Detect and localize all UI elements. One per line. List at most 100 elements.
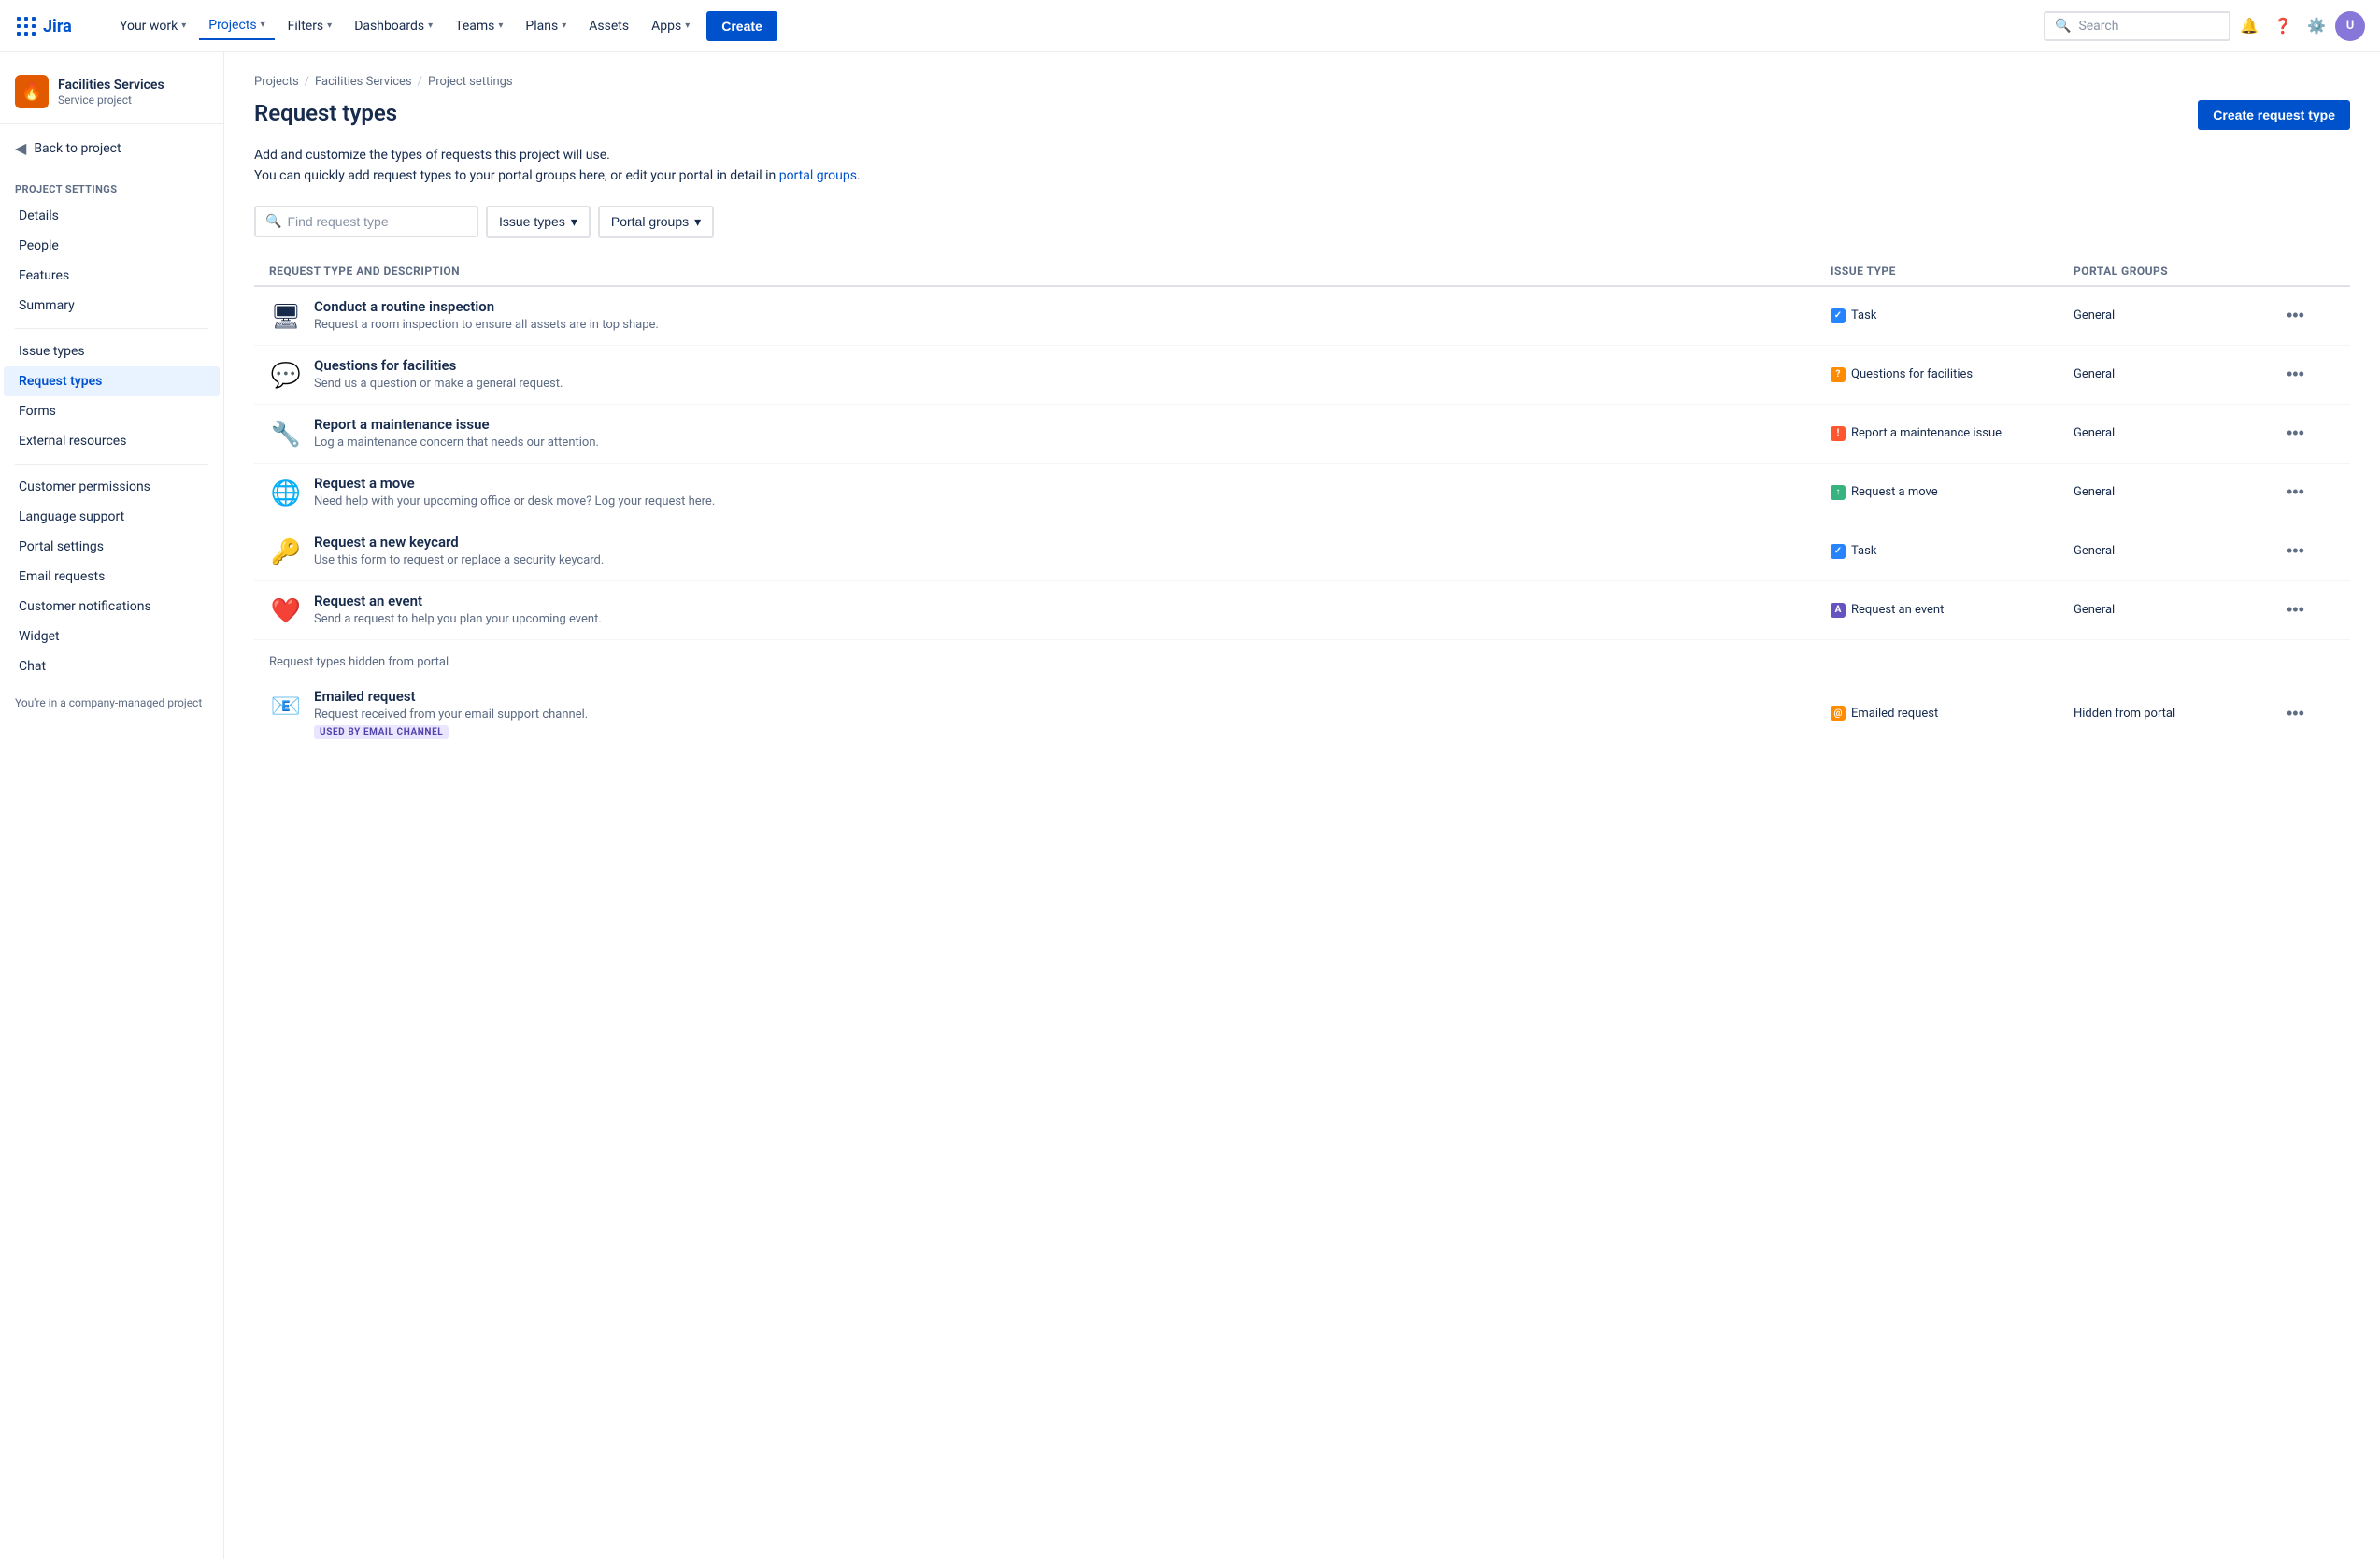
col-name-header: Request type and description [269,265,1831,278]
settings-section-title: Project settings [0,172,223,201]
request-desc: Send a request to help you plan your upc… [314,612,602,626]
email-channel-badge: USED BY EMAIL CHANNEL [314,725,449,739]
sidebar-item-summary[interactable]: Summary [4,291,220,321]
help-icon[interactable]: ❓ [2268,11,2298,41]
breadcrumb-facilities[interactable]: Facilities Services [315,75,412,89]
search-bar[interactable]: 🔍 Search [2044,11,2230,41]
settings-icon[interactable]: ⚙️ [2302,11,2331,41]
sidebar-item-forms[interactable]: Forms [4,396,220,426]
breadcrumb-projects[interactable]: Projects [254,75,299,89]
nav-dashboards[interactable]: Dashboards ▾ [345,13,442,39]
request-name-cell: 💬 Questions for facilities Send us a que… [269,357,1831,393]
search-input-wrapper[interactable]: 🔍 [254,206,478,237]
col-portal-header: Portal groups [2074,265,2279,278]
chevron-down-icon: ▾ [694,214,701,230]
project-name: Facilities Services [58,77,164,93]
issue-type-cell: ! Report a maintenance issue [1831,426,2074,441]
request-title: Report a maintenance issue [314,416,599,433]
project-icon: 🔥 [15,75,49,108]
nav-filters[interactable]: Filters ▾ [278,13,342,39]
sidebar: 🔥 Facilities Services Service project ◀ … [0,52,224,1559]
notifications-icon[interactable]: 🔔 [2234,11,2264,41]
more-options-button[interactable]: ••• [2279,596,2312,623]
portal-group-cell: General [2074,603,2279,617]
create-request-type-button[interactable]: Create request type [2198,100,2350,130]
table-row: 🔑 Request a new keycard Use this form to… [254,522,2350,581]
request-desc: Use this form to request or replace a se… [314,553,604,567]
issue-type-cell: @ Emailed request [1831,706,2074,721]
issue-type-cell: ↑ Request a move [1831,485,2074,500]
issue-type-label: Report a maintenance issue [1851,426,2002,440]
create-button[interactable]: Create [706,11,777,41]
request-icon: 🖥 [269,300,303,334]
portal-group-cell: General [2074,485,2279,499]
request-desc: Need help with your upcoming office or d… [314,494,715,508]
issue-types-filter[interactable]: Issue types ▾ [486,206,591,238]
table-row: 🌐 Request a move Need help with your upc… [254,464,2350,522]
svg-text:Jira: Jira [43,17,72,36]
page-title: Request types [254,100,397,126]
request-title: Conduct a routine inspection [314,298,659,315]
nav-assets[interactable]: Assets [579,13,638,39]
issue-type-icon: ✓ [1831,544,1846,559]
more-options-button[interactable]: ••• [2279,302,2312,329]
sidebar-item-widget[interactable]: Widget [4,622,220,651]
nav-projects[interactable]: Projects ▾ [199,12,274,40]
sidebar-item-customer-notifications[interactable]: Customer notifications [4,592,220,622]
issue-type-icon: A [1831,603,1846,618]
nav-your-work[interactable]: Your work ▾ [110,13,195,39]
more-options-button[interactable]: ••• [2279,537,2312,565]
request-icon: 📧 [269,690,303,723]
more-options-button[interactable]: ••• [2279,420,2312,447]
more-options-button[interactable]: ••• [2279,700,2312,727]
issue-type-cell: A Request an event [1831,603,2074,618]
nav-apps[interactable]: Apps ▾ [642,13,699,39]
search-icon: 🔍 [265,214,281,229]
page-header: Request types Create request type [254,100,2350,130]
request-icon: 🔑 [269,536,303,569]
more-options-button[interactable]: ••• [2279,361,2312,388]
sidebar-item-email-requests[interactable]: Email requests [4,562,220,592]
page-layout: 🔥 Facilities Services Service project ◀ … [0,52,2380,1559]
find-request-type-input[interactable] [287,214,467,229]
issue-type-icon: ! [1831,426,1846,441]
divider [15,464,208,465]
app-logo[interactable]: Jira [15,15,99,37]
nav-teams[interactable]: Teams ▾ [446,13,512,39]
breadcrumb-current: Project settings [428,75,513,89]
user-avatar[interactable]: U [2335,11,2365,41]
chevron-down-icon: ▾ [562,21,566,31]
request-name-cell: 🌐 Request a move Need help with your upc… [269,475,1831,510]
request-title: Request an event [314,593,602,609]
sidebar-item-language-support[interactable]: Language support [4,502,220,532]
back-to-project[interactable]: ◀ Back to project [0,132,223,164]
hidden-section-label: Request types hidden from portal [254,640,2350,677]
portal-groups-filter[interactable]: Portal groups ▾ [598,206,714,238]
main-content: Projects / Facilities Services / Project… [224,52,2380,1559]
more-options-button[interactable]: ••• [2279,479,2312,506]
jira-logo: Jira [43,15,99,37]
sidebar-item-issue-types[interactable]: Issue types [4,336,220,366]
sidebar-item-external-resources[interactable]: External resources [4,426,220,456]
sidebar-item-customer-permissions[interactable]: Customer permissions [4,472,220,502]
portal-group-cell: General [2074,426,2279,440]
chevron-down-icon: ▾ [498,21,503,31]
sidebar-item-portal-settings[interactable]: Portal settings [4,532,220,562]
issue-type-cell: ✓ Task [1831,544,2074,559]
chevron-down-icon: ▾ [181,21,186,31]
sidebar-item-people[interactable]: People [4,231,220,261]
top-navigation: Jira Your work ▾ Projects ▾ Filters ▾ Da… [0,0,2380,52]
nav-plans[interactable]: Plans ▾ [516,13,576,39]
sidebar-item-features[interactable]: Features [4,261,220,291]
portal-group-cell: General [2074,544,2279,558]
sidebar-item-request-types[interactable]: Request types [4,366,220,396]
sidebar-item-details[interactable]: Details [4,201,220,231]
chevron-down-icon: ▾ [327,21,332,31]
request-name-cell: ❤️ Request an event Send a request to he… [269,593,1831,628]
page-description: Add and customize the types of requests … [254,145,2350,187]
project-type: Service project [58,93,164,107]
sidebar-item-chat[interactable]: Chat [4,651,220,681]
request-desc: Log a maintenance concern that needs our… [314,436,599,450]
portal-groups-link[interactable]: portal groups [779,168,857,183]
request-name-cell: 📧 Emailed request Request received from … [269,688,1831,739]
